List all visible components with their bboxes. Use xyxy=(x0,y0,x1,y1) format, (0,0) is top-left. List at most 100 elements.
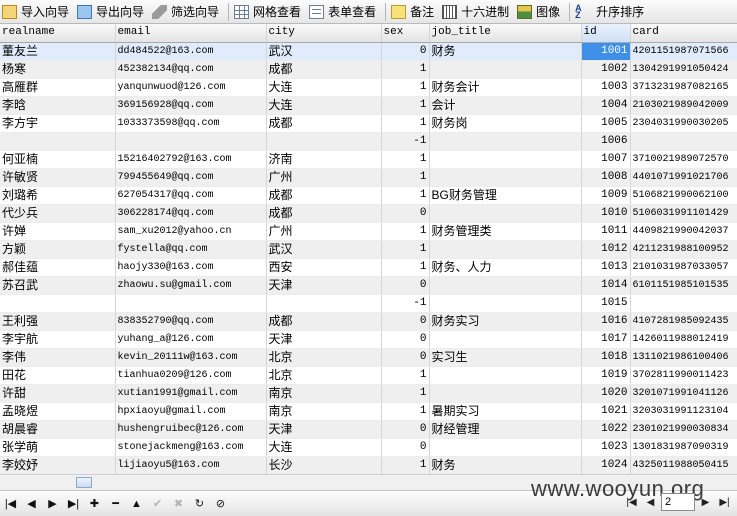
cell-job-title[interactable] xyxy=(429,240,582,259)
cell-id[interactable]: 1011 xyxy=(581,222,631,241)
cell-email[interactable]: yanqunwuod@126.com xyxy=(115,78,267,97)
column-header-sex[interactable]: sex xyxy=(381,24,430,43)
table-row[interactable]: 胡晨睿 hushengruibec@126.com 天津 0 财经管理 1022 23010… xyxy=(0,420,737,439)
table-row[interactable]: -1 1006 xyxy=(0,132,737,151)
cell-id[interactable]: 1006 xyxy=(581,132,631,151)
cell-id[interactable]: 1023 xyxy=(581,438,631,457)
cell-id[interactable]: 1005 xyxy=(581,114,631,133)
column-header-email[interactable]: email xyxy=(115,24,267,43)
previous-record-button[interactable]: ◀ xyxy=(21,494,42,514)
cell-card[interactable]: 4107281985092435 xyxy=(630,312,737,331)
cell-id[interactable]: 1021 xyxy=(581,402,631,421)
cell-id[interactable]: 1002 xyxy=(581,60,631,79)
scrollbar-thumb[interactable] xyxy=(76,477,92,488)
cell-realname[interactable]: 方颖 xyxy=(0,240,116,259)
cell-city[interactable]: 天津 xyxy=(266,276,382,295)
cell-job-title[interactable]: 实习生 xyxy=(429,348,582,367)
cell-id[interactable]: 1007 xyxy=(581,150,631,169)
import-wizard-button[interactable]: 导入向导 xyxy=(0,1,75,23)
cell-job-title[interactable] xyxy=(429,132,582,151)
table-row[interactable]: 李伟 kevin_20111w@163.com 北京 0 实习生 1018 13110219… xyxy=(0,348,737,367)
cell-card[interactable]: 5106821990062100 xyxy=(630,186,737,205)
cell-sex[interactable]: 1 xyxy=(381,240,430,259)
table-row[interactable]: 李宇航 yuhang_a@126.com 天津 0 1017 14260119880124… xyxy=(0,330,737,349)
cell-id[interactable]: 1017 xyxy=(581,330,631,349)
cell-card[interactable]: 3203031991123104 xyxy=(630,402,737,421)
cell-email[interactable]: 369156928@qq.com xyxy=(115,96,267,115)
cell-id[interactable]: 1015 xyxy=(581,294,631,313)
table-row[interactable]: 李姣妤 lijiaoyu5@163.com 长沙 1 财务 1024 43250119880… xyxy=(0,456,737,474)
cell-card[interactable]: 3201071991041126 xyxy=(630,384,737,403)
form-view-button[interactable]: 表单查看 xyxy=(307,1,382,23)
previous-page-button[interactable]: ◀ xyxy=(642,493,659,511)
cell-email[interactable]: hpxiaoyu@gmail.com xyxy=(115,402,267,421)
cell-city[interactable]: 天津 xyxy=(266,420,382,439)
cell-city[interactable] xyxy=(266,294,382,313)
cell-realname[interactable]: 杨寒 xyxy=(0,60,116,79)
cell-email[interactable]: 452382134@qq.com xyxy=(115,60,267,79)
cell-city[interactable]: 成都 xyxy=(266,186,382,205)
cell-email[interactable]: lijiaoyu5@163.com xyxy=(115,456,267,474)
column-header-realname[interactable]: realname xyxy=(0,24,116,43)
cell-card[interactable]: 4409821990042037 xyxy=(630,222,737,241)
table-row[interactable]: 代少兵 306228174@qq.com 成都 0 1010 51060319911014… xyxy=(0,204,737,223)
table-row[interactable]: -1 1015 xyxy=(0,294,737,313)
table-row[interactable]: 张学萌 stonejackmeng@163.com 大连 0 1023 130183198… xyxy=(0,438,737,457)
cell-city[interactable]: 成都 xyxy=(266,312,382,331)
cell-email[interactable]: kevin_20111w@163.com xyxy=(115,348,267,367)
cell-realname[interactable]: 郝佳蕴 xyxy=(0,258,116,277)
apply-changes-button[interactable]: ✔ xyxy=(147,494,168,514)
cell-email[interactable]: 838352790@qq.com xyxy=(115,312,267,331)
table-row[interactable]: 孟晓煜 hpxiaoyu@gmail.com 南京 1 暑期实习 1021 32030319… xyxy=(0,402,737,421)
cell-realname[interactable]: 代少兵 xyxy=(0,204,116,223)
cell-card[interactable]: 4201151987071566 xyxy=(630,42,737,61)
cell-id[interactable]: 1014 xyxy=(581,276,631,295)
cell-email[interactable]: 1033373598@qq.com xyxy=(115,114,267,133)
cell-city[interactable]: 南京 xyxy=(266,402,382,421)
cell-job-title[interactable] xyxy=(429,294,582,313)
filter-wizard-button[interactable]: 筛选向导 xyxy=(150,1,225,23)
cell-city[interactable]: 北京 xyxy=(266,348,382,367)
cell-email[interactable]: xutian1991@gmail.com xyxy=(115,384,267,403)
cell-city[interactable]: 广州 xyxy=(266,168,382,187)
cell-realname[interactable]: 李晗 xyxy=(0,96,116,115)
cell-card[interactable]: 5106031991101429 xyxy=(630,204,737,223)
memo-button[interactable]: 备注 xyxy=(389,1,440,23)
cell-id[interactable]: 1019 xyxy=(581,366,631,385)
cell-realname[interactable]: 胡晨睿 xyxy=(0,420,116,439)
cell-sex[interactable]: 1 xyxy=(381,186,430,205)
cell-email[interactable] xyxy=(115,294,267,313)
cell-email[interactable]: 799455649@qq.com xyxy=(115,168,267,187)
cell-job-title[interactable] xyxy=(429,366,582,385)
cell-card[interactable]: 1301831987090319 xyxy=(630,438,737,457)
first-record-button[interactable]: |◀ xyxy=(0,494,21,514)
cell-city[interactable]: 武汉 xyxy=(266,240,382,259)
table-row[interactable]: 郝佳蕴 haojy330@163.com 西安 1 财务、人力 1013 210103198… xyxy=(0,258,737,277)
cell-realname[interactable]: 许敏贤 xyxy=(0,168,116,187)
table-row[interactable]: 李晗 369156928@qq.com 大连 1 会计 1004 2103021989042… xyxy=(0,96,737,115)
cell-sex[interactable]: 0 xyxy=(381,312,430,331)
sort-ascending-button[interactable]: A Z 升序排序 xyxy=(573,1,650,23)
cell-sex[interactable]: 0 xyxy=(381,42,430,61)
table-row[interactable]: 刘璐希 627054317@qq.com 成都 1 BG财务管理 1009 51068219… xyxy=(0,186,737,205)
image-button[interactable]: 图像 xyxy=(515,1,566,23)
cell-sex[interactable]: 0 xyxy=(381,276,430,295)
cell-card[interactable] xyxy=(630,294,737,313)
cell-card[interactable] xyxy=(630,132,737,151)
table-row[interactable]: 董友兰 dd484522@163.com 武汉 0 财务 1001 420115198707… xyxy=(0,42,737,61)
cell-sex[interactable]: 1 xyxy=(381,96,430,115)
cell-city[interactable]: 南京 xyxy=(266,384,382,403)
cell-realname[interactable]: 孟晓煜 xyxy=(0,402,116,421)
cell-card[interactable]: 2304031990030205 xyxy=(630,114,737,133)
cell-email[interactable] xyxy=(115,132,267,151)
cell-city[interactable]: 成都 xyxy=(266,60,382,79)
cell-id[interactable]: 1008 xyxy=(581,168,631,187)
cell-sex[interactable]: 1 xyxy=(381,168,430,187)
cell-realname[interactable] xyxy=(0,294,116,313)
cell-job-title[interactable]: BG财务管理 xyxy=(429,186,582,205)
cell-id[interactable]: 1001 xyxy=(581,42,631,61)
cell-city[interactable] xyxy=(266,132,382,151)
cell-job-title[interactable] xyxy=(429,60,582,79)
cell-sex[interactable]: 1 xyxy=(381,114,430,133)
cell-email[interactable]: zhaowu.su@gmail.com xyxy=(115,276,267,295)
